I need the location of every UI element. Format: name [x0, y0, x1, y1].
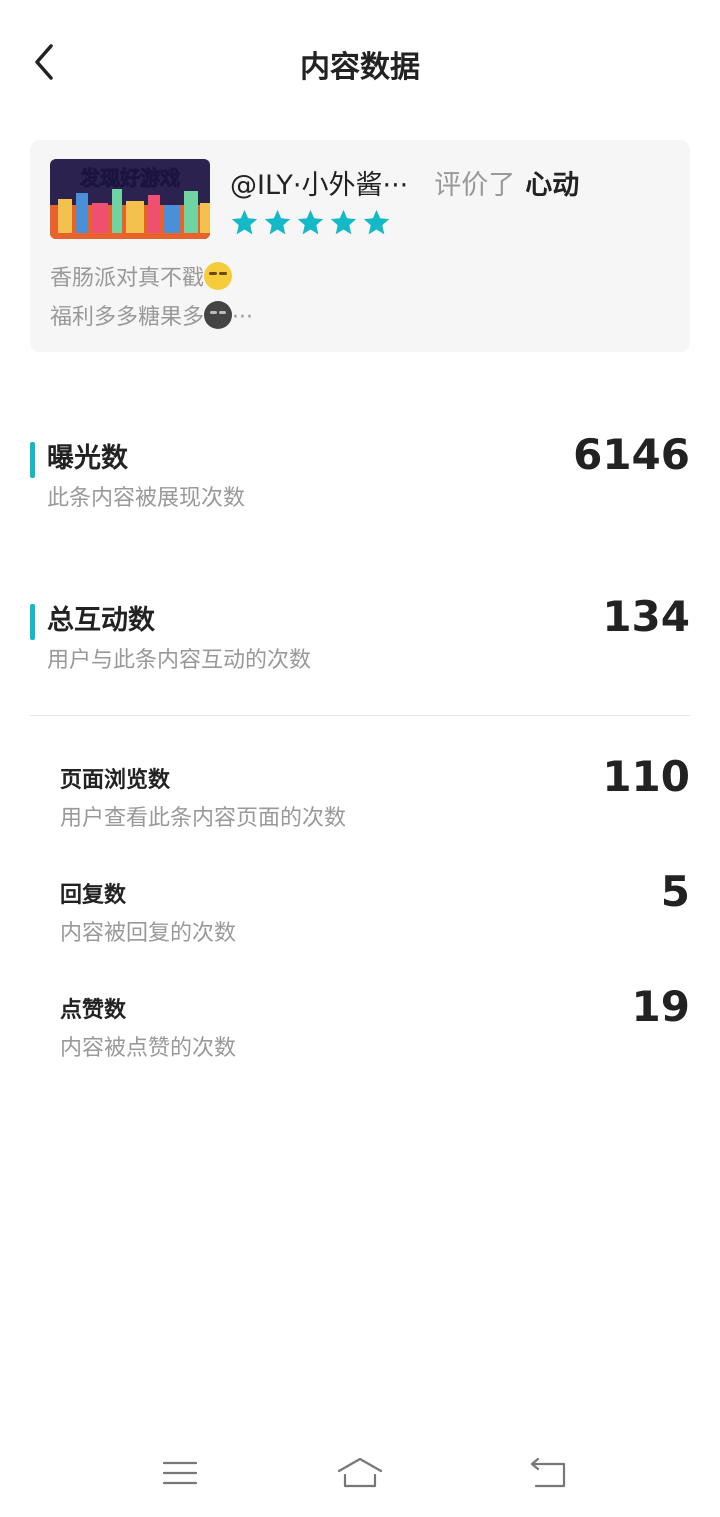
divider	[30, 715, 690, 716]
metric-label: 总互动数	[47, 605, 155, 636]
sub-metric-value: 5	[660, 867, 690, 916]
game-thumbnail[interactable]: 发现好游戏	[50, 159, 210, 239]
home-icon	[337, 1457, 383, 1488]
rating-stars	[230, 208, 391, 237]
home-button[interactable]	[330, 1448, 390, 1498]
page-title: 内容数据	[300, 50, 420, 85]
sub-metric-label: 点赞数	[60, 998, 127, 1023]
accent-bar	[30, 604, 35, 640]
metric-description: 用户与此条内容互动的次数	[47, 648, 312, 673]
thumbnail-caption: 发现好游戏	[79, 166, 180, 190]
star-icon	[330, 209, 357, 235]
action-text: 评价了	[434, 170, 516, 201]
metric-label: 曝光数	[47, 443, 128, 474]
sub-metric-description: 内容被点赞的次数	[60, 1036, 237, 1061]
star-icon	[363, 209, 390, 235]
star-icon	[264, 209, 291, 235]
header: 内容数据	[0, 0, 720, 124]
sub-metric-description: 用户查看此条内容页面的次数	[60, 806, 347, 831]
sub-metric-label: 页面浏览数	[60, 768, 171, 793]
username[interactable]: @ILY·小外酱···	[230, 170, 408, 201]
system-navigation-bar	[0, 1440, 720, 1510]
menu-icon	[162, 1461, 198, 1485]
smirk-emoji-icon	[204, 262, 233, 290]
accent-bar	[30, 442, 35, 478]
star-icon	[297, 209, 324, 235]
dark-face-emoji-icon	[204, 301, 233, 329]
return-icon	[530, 1457, 566, 1488]
post-text: 香肠派对真不戳 福利多多糖果多 ···	[50, 259, 253, 337]
post-text-line-1: 香肠派对真不戳	[50, 259, 253, 298]
sub-metric-value: 19	[631, 982, 690, 1031]
return-button[interactable]	[518, 1448, 578, 1498]
metric-description: 此条内容被展现次数	[47, 486, 246, 511]
metric-value: 6146	[573, 430, 690, 479]
sub-metric-value: 110	[602, 752, 690, 801]
menu-button[interactable]	[150, 1448, 210, 1498]
game-name[interactable]: 心动	[525, 170, 579, 201]
metric-value: 134	[602, 592, 690, 641]
star-icon	[231, 209, 258, 235]
sub-metric-label: 回复数	[60, 883, 127, 908]
sub-metric-description: 内容被回复的次数	[60, 921, 237, 946]
post-text-line-2: 福利多多糖果多 ···	[50, 298, 253, 337]
post-header: @ILY·小外酱··· 评价了 心动	[230, 163, 579, 202]
